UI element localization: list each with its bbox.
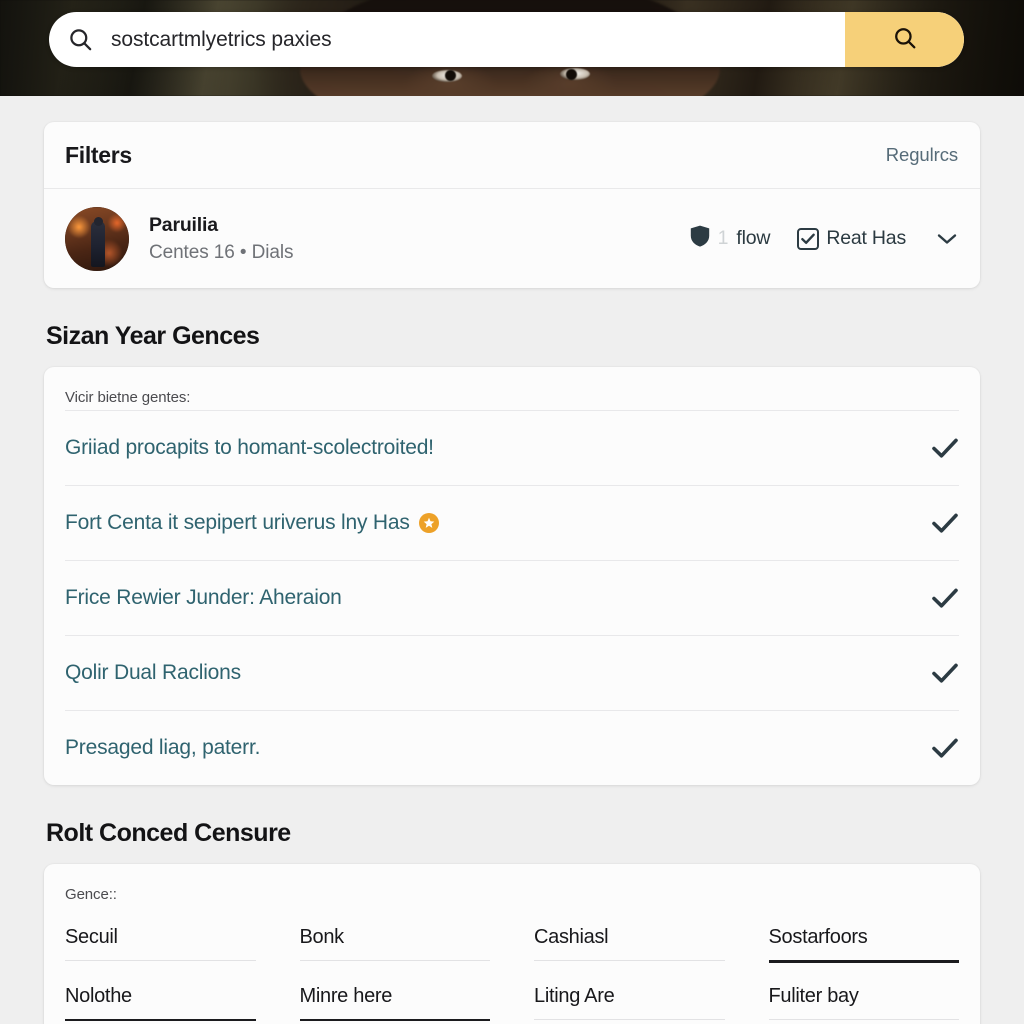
user-subtitle: Centes 16 • Dials bbox=[149, 241, 294, 263]
list-item-content: Fort Centa it sepipert uriverus lny Has bbox=[65, 511, 439, 535]
field-value: Nolothe bbox=[65, 984, 132, 1007]
list-item-label: Fort Centa it sepipert uriverus lny Has bbox=[65, 511, 410, 534]
field-underline bbox=[534, 1018, 725, 1020]
search-submit-button[interactable] bbox=[845, 12, 964, 67]
filters-action-link[interactable]: Regulrcs bbox=[886, 144, 958, 166]
list-item-content: Qolir Dual Raclions bbox=[65, 661, 241, 685]
filters-card: Filters Regulrcs Paruilia Centes 16 • Di… bbox=[44, 122, 980, 288]
list-item-label: Qolir Dual Raclions bbox=[65, 661, 241, 684]
hero-banner bbox=[0, 0, 1024, 96]
fields-card: Gence:: Secuil Bonk Cashiasl Sostarfoors… bbox=[44, 864, 980, 1024]
field-nolothe[interactable]: Nolothe bbox=[65, 972, 256, 1024]
user-name: Paruilia bbox=[149, 213, 218, 236]
shield-icon bbox=[689, 224, 711, 253]
check-icon bbox=[931, 512, 959, 534]
chevron-down-icon[interactable] bbox=[936, 232, 958, 246]
field-underline bbox=[768, 1018, 959, 1020]
field-bonk[interactable]: Bonk bbox=[299, 913, 490, 972]
shield-chip-prefix: 1 bbox=[717, 227, 729, 249]
field-underline bbox=[65, 960, 256, 961]
field-sostarfoors[interactable]: Sostarfoors bbox=[768, 913, 959, 972]
field-liting-are[interactable]: Liting Are bbox=[534, 972, 725, 1024]
filters-title: Filters bbox=[65, 141, 132, 168]
search-icon bbox=[49, 12, 111, 67]
avatar-figure bbox=[91, 220, 105, 267]
section-heading-rolt: Rolt Conced Censure bbox=[46, 819, 291, 847]
shield-filter-chip[interactable]: 1 flow bbox=[689, 224, 771, 253]
search-icon bbox=[892, 25, 918, 54]
list-item-content: Presaged liag, paterr. bbox=[65, 736, 260, 760]
list-caption: Vicir bietne gentes: bbox=[65, 389, 191, 406]
results-list-card: Vicir bietne gentes: Griiad procapits to… bbox=[44, 367, 980, 785]
filters-body: Paruilia Centes 16 • Dials 1 flow Reat H… bbox=[44, 189, 980, 288]
filters-controls: 1 flow Reat Has bbox=[689, 224, 958, 253]
field-value: Bonk bbox=[299, 926, 345, 948]
field-value: Minre here bbox=[299, 984, 393, 1007]
avatar[interactable] bbox=[65, 206, 129, 271]
field-cashiasl[interactable]: Cashiasl bbox=[534, 913, 725, 972]
checkbox-checked-icon[interactable] bbox=[797, 227, 820, 250]
section-heading-sizan: Sizan Year Gences bbox=[46, 322, 260, 350]
filters-header: Filters Regulrcs bbox=[44, 122, 980, 189]
field-underline bbox=[768, 960, 959, 963]
list-item[interactable]: Qolir Dual Raclions bbox=[65, 635, 959, 710]
field-fuliter-bay[interactable]: Fuliter bay bbox=[768, 972, 959, 1024]
check-icon bbox=[931, 737, 959, 759]
list-item-label: Griiad procapits to homant-scolectroited… bbox=[65, 436, 434, 459]
fields-grid: Secuil Bonk Cashiasl Sostarfoors Nolothe… bbox=[65, 913, 959, 1024]
list-item-content: Griiad procapits to homant-scolectroited… bbox=[65, 436, 434, 460]
fields-caption: Gence:: bbox=[65, 886, 117, 903]
check-icon bbox=[931, 437, 959, 459]
field-secuil[interactable]: Secuil bbox=[65, 913, 256, 972]
check-icon bbox=[931, 662, 959, 684]
field-underline bbox=[534, 960, 725, 961]
checkbox-chip-label: Reat Has bbox=[826, 227, 906, 249]
list-item[interactable]: Frice Rewier Junder: Aheraion bbox=[65, 560, 959, 635]
search-input[interactable] bbox=[111, 12, 845, 67]
field-underline bbox=[299, 960, 490, 961]
field-value: Liting Are bbox=[534, 984, 615, 1007]
check-icon bbox=[931, 587, 959, 609]
user-meta: Paruilia Centes 16 • Dials bbox=[149, 214, 293, 264]
list-item[interactable]: Fort Centa it sepipert uriverus lny Has bbox=[65, 485, 959, 560]
field-underline bbox=[299, 1018, 490, 1021]
list-item-label: Presaged liag, paterr. bbox=[65, 736, 261, 759]
field-value: Fuliter bay bbox=[768, 984, 859, 1007]
field-value: Sostarfoors bbox=[768, 926, 868, 948]
page-content: Filters Regulrcs Paruilia Centes 16 • Di… bbox=[0, 122, 1024, 1024]
list-item-content: Frice Rewier Junder: Aheraion bbox=[65, 586, 342, 610]
field-minre-here[interactable]: Minre here bbox=[299, 972, 490, 1024]
reat-has-checkbox-chip[interactable]: Reat Has bbox=[797, 227, 906, 250]
field-value: Secuil bbox=[65, 926, 118, 948]
star-badge-icon bbox=[418, 513, 439, 533]
list-item[interactable]: Griiad procapits to homant-scolectroited… bbox=[65, 410, 959, 485]
field-value: Cashiasl bbox=[534, 926, 609, 948]
hero-pupil-left bbox=[445, 70, 456, 81]
list-item[interactable]: Presaged liag, paterr. bbox=[65, 710, 959, 785]
avatar-figure-head bbox=[94, 216, 103, 226]
shield-chip-label: flow bbox=[736, 227, 771, 249]
hero-pupil-right bbox=[566, 69, 577, 80]
field-underline bbox=[65, 1018, 256, 1021]
list-item-label: Frice Rewier Junder: Aheraion bbox=[65, 586, 342, 609]
search-bar[interactable] bbox=[49, 12, 964, 67]
